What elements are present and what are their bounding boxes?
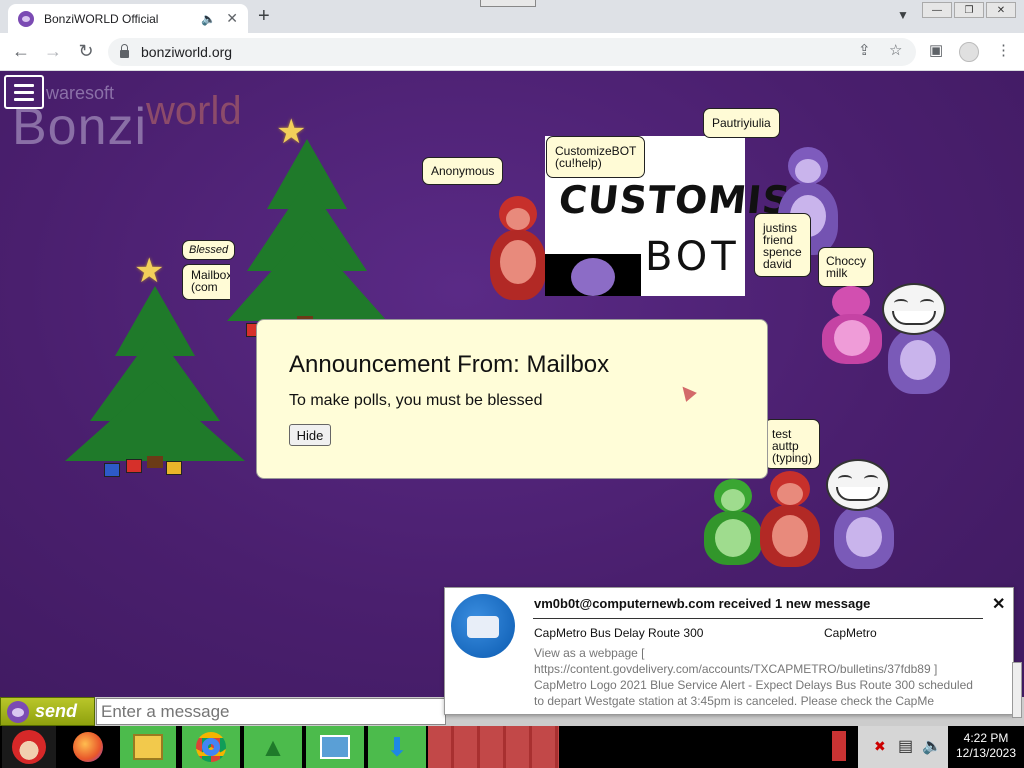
new-tab-button[interactable]: + bbox=[258, 5, 270, 27]
side-panel-icon[interactable]: ▣ bbox=[929, 41, 943, 59]
notification-close-icon[interactable]: ✕ bbox=[992, 594, 1005, 614]
bonzi-thumbnail bbox=[545, 254, 641, 296]
taskbar-chrome[interactable] bbox=[182, 726, 240, 768]
download-icon: ⬇ bbox=[386, 731, 408, 762]
clock-date: 12/13/2023 bbox=[955, 746, 1017, 760]
notification-body: View as a webpage [ https://content.govd… bbox=[534, 646, 973, 708]
gift-icon bbox=[126, 459, 142, 473]
taskbar: ▲ ⬇ ✖ ▤ 🔈 4:22 PM 12/13/2023 bbox=[0, 726, 1024, 768]
santa-icon bbox=[12, 730, 46, 764]
window-drag-handle[interactable] bbox=[480, 0, 536, 7]
notification-header: vm0b0t@computernewb.com received 1 new m… bbox=[534, 596, 871, 611]
announcement-message: To make polls, you must be blessed bbox=[289, 392, 543, 409]
gift-icon bbox=[104, 463, 120, 477]
notification-subject: CapMetro Bus Delay Route 300 bbox=[534, 626, 704, 640]
trollface-icon bbox=[882, 283, 946, 335]
bubble-anonymous: Anonymous bbox=[422, 157, 504, 185]
bot-art: BOT bbox=[645, 234, 740, 280]
restore-button[interactable]: ❐ bbox=[954, 2, 984, 18]
trollface-icon bbox=[826, 459, 890, 511]
chat-message-input[interactable] bbox=[96, 698, 446, 725]
taskbar-explorer[interactable] bbox=[120, 726, 176, 768]
bookmark-star-icon[interactable]: ☆ bbox=[889, 41, 902, 59]
reload-icon[interactable]: ↻ bbox=[75, 41, 97, 62]
speaker-icon[interactable]: 🔈 bbox=[201, 12, 216, 26]
network-warning-icon[interactable]: ✖ bbox=[874, 738, 886, 755]
bonzi-pink-choccy[interactable] bbox=[818, 286, 888, 366]
url-text: bonziworld.org bbox=[141, 44, 233, 60]
notification-from: CapMetro bbox=[824, 626, 877, 640]
bonzi-purple-troll-bottom[interactable] bbox=[826, 501, 902, 571]
address-bar: ← → ↻ bonziworld.org ⇪ ☆ ▣ ⋮ bbox=[0, 33, 1024, 71]
send-label: send bbox=[35, 701, 78, 721]
bonzi-icon bbox=[7, 700, 29, 723]
xmas-tree-icon: ▲ bbox=[260, 731, 286, 762]
christmas-tree-left bbox=[60, 266, 250, 496]
announcement-dialog: Announcement From: Mailbox To make polls… bbox=[256, 319, 768, 479]
bubble-test: test auttp (typing) bbox=[764, 419, 821, 469]
bonzi-red-test[interactable] bbox=[752, 471, 830, 571]
thunderbird-icon bbox=[451, 594, 515, 658]
network-icon[interactable]: ▤ bbox=[898, 736, 913, 756]
star-icon: ★ bbox=[276, 113, 307, 151]
divider bbox=[533, 618, 983, 619]
profile-avatar-icon[interactable] bbox=[959, 42, 979, 62]
taskbar-firefox[interactable] bbox=[66, 726, 110, 768]
bonzi-red-anonymous[interactable] bbox=[484, 196, 554, 306]
taskbar-tree[interactable]: ▲ bbox=[244, 726, 302, 768]
tab-bonziworld[interactable]: BonziWORLD Official 🔈 ✕ bbox=[8, 4, 248, 33]
minimize-button[interactable]: — bbox=[922, 2, 952, 18]
url-field[interactable]: bonziworld.org bbox=[108, 38, 916, 66]
bubble-justins: justins friend spence david bbox=[754, 213, 811, 277]
bubble-mailbox: Mailbox (com bbox=[182, 264, 230, 300]
control-panel-icon bbox=[320, 735, 350, 759]
scroll-handle[interactable] bbox=[1012, 662, 1022, 718]
folder-icon bbox=[133, 734, 163, 760]
tab-title: BonziWORLD Official bbox=[44, 11, 159, 26]
announcement-title: Announcement From: Mailbox bbox=[289, 351, 610, 378]
lock-icon[interactable] bbox=[120, 44, 129, 58]
bubble-blessed: Blessed bbox=[182, 240, 236, 260]
system-tray: ✖ ▤ 🔈 bbox=[858, 726, 948, 768]
tab-close-icon[interactable]: ✕ bbox=[226, 10, 238, 27]
kebab-menu-icon[interactable]: ⋮ bbox=[996, 41, 1011, 59]
bubble-choccy: Choccy milk bbox=[818, 247, 875, 287]
gift-icon bbox=[166, 461, 182, 475]
bubble-pautriyiulia: Pautriyiulia bbox=[703, 108, 780, 138]
chevron-down-icon[interactable]: ▼ bbox=[897, 8, 909, 22]
back-arrow-icon[interactable]: ← bbox=[10, 41, 32, 62]
share-icon[interactable]: ⇪ bbox=[858, 41, 871, 59]
hide-button[interactable]: Hide bbox=[289, 424, 331, 446]
taskbar-settings[interactable] bbox=[306, 726, 364, 768]
close-window-button[interactable]: ✕ bbox=[986, 2, 1016, 18]
window-controls: — ❐ ✕ bbox=[922, 2, 1016, 18]
send-button[interactable]: send bbox=[0, 697, 95, 726]
tab-strip: BonziWORLD Official 🔈 ✕ + ▼ — ❐ ✕ bbox=[0, 0, 1024, 33]
bubble-customizebot: CustomizeBOT (cu!help) bbox=[546, 136, 646, 178]
mail-notification[interactable]: vm0b0t@computernewb.com received 1 new m… bbox=[444, 587, 1014, 715]
bonzi-favicon-icon bbox=[18, 10, 34, 27]
clock-time: 4:22 PM bbox=[963, 731, 1009, 745]
forward-arrow-icon[interactable]: → bbox=[42, 41, 64, 62]
taskbar-downloads[interactable]: ⬇ bbox=[368, 726, 426, 768]
taskbar-brick-area bbox=[428, 726, 559, 768]
start-santa-button[interactable] bbox=[2, 726, 56, 768]
star-icon: ★ bbox=[134, 252, 165, 290]
tray-red-indicator[interactable] bbox=[832, 731, 846, 761]
volume-icon[interactable]: 🔈 bbox=[922, 736, 942, 756]
hamburger-menu-button[interactable] bbox=[4, 75, 44, 109]
firefox-icon bbox=[73, 732, 103, 762]
chrome-icon bbox=[196, 732, 226, 762]
taskbar-clock[interactable]: 4:22 PM 12/13/2023 bbox=[948, 726, 1024, 768]
